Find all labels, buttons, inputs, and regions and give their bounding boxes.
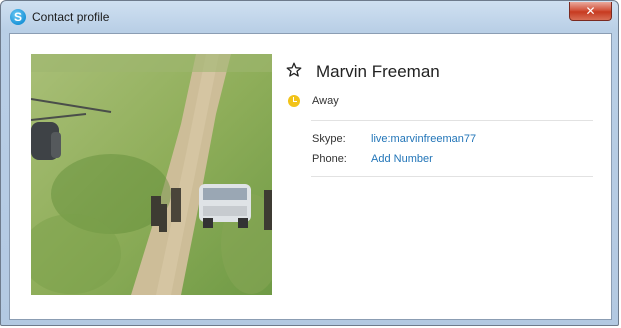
profile-panel: Marvin Freeman Away Skype: live:marvinfr… — [9, 33, 612, 320]
skype-id-link[interactable]: live:marvinfreeman77 — [371, 133, 476, 145]
phone-label: Phone: — [312, 153, 347, 165]
contact-profile-window: S Contact profile ✕ Marvin Freeman Away … — [0, 0, 619, 326]
window-title: Contact profile — [32, 10, 110, 24]
divider — [311, 120, 593, 121]
contact-name: Marvin Freeman — [316, 62, 440, 81]
status-text: Away — [312, 95, 339, 107]
profile-photo — [31, 54, 272, 295]
add-number-link[interactable]: Add Number — [371, 153, 433, 165]
away-clock-icon — [288, 95, 300, 107]
title-bar[interactable]: S Contact profile ✕ — [1, 1, 620, 34]
skype-icon: S — [10, 9, 26, 25]
skype-label: Skype: — [312, 133, 346, 145]
profile-photo-image — [31, 54, 272, 295]
divider — [311, 176, 593, 177]
close-button[interactable]: ✕ — [569, 2, 612, 21]
star-outline-icon[interactable] — [286, 62, 302, 78]
